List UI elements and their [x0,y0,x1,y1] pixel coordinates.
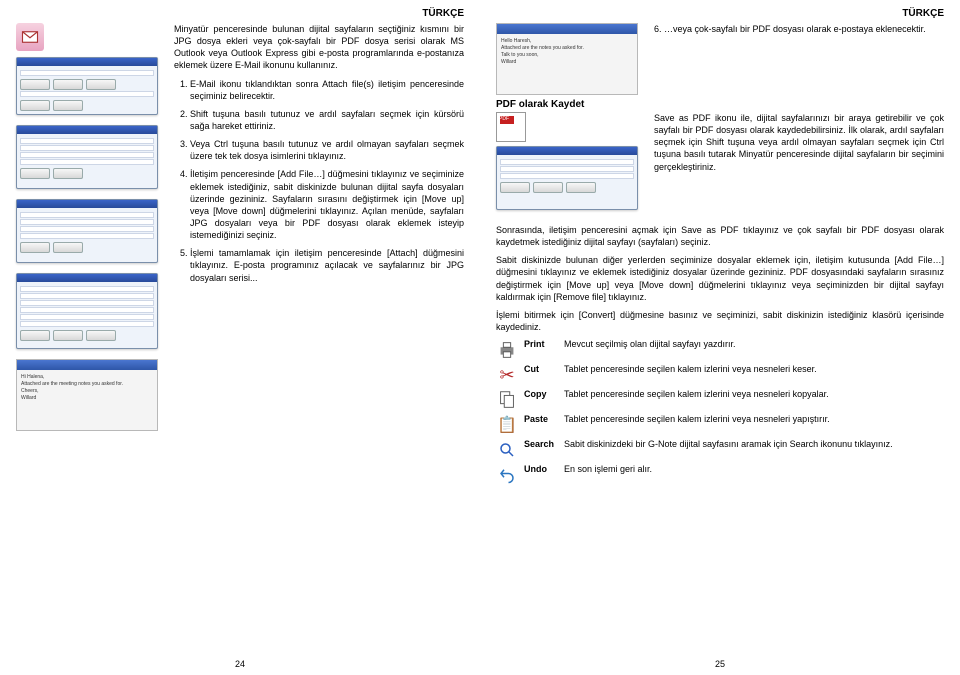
page-number-left: 24 [0,659,480,669]
attach-files-thumb-1 [16,57,158,115]
cmd-cut: ✂ Cut Tablet penceresinde seçilen kalem … [496,364,944,386]
cmd-search-label: Search [524,439,564,449]
copy-icon [496,389,518,411]
pdf-para3: Sabit diskinizde bulunan diğer yerlerden… [496,254,944,303]
cmd-undo-label: Undo [524,464,564,474]
cmd-undo: Undo En son işlemi geri alır. [496,464,944,486]
printer-icon [496,339,518,361]
email-icon [16,23,44,51]
cmd-paste-label: Paste [524,414,564,424]
pdf-dialog-thumb [496,146,638,210]
cmd-copy-label: Copy [524,389,564,399]
intro-paragraph: Minyatür penceresinde bulunan dijital sa… [174,23,464,72]
pdf-para1: Save as PDF ikonu ile, dijital sayfaları… [654,112,944,220]
search-icon [496,439,518,461]
outlook-compose-thumb: Hi Halena,Attached are the meeting notes… [16,359,158,431]
step-2: Shift tuşuna basılı tutunuz ve ardıl say… [190,108,464,132]
cmd-undo-desc: En son işlemi geri alır. [564,464,944,476]
cmd-print-desc: Mevcut seçilmiş olan dijital sayfayı yaz… [564,339,944,351]
step-4: İletişim penceresinde [Add File…] düğmes… [190,168,464,241]
cmd-cut-desc: Tablet penceresinde seçilen kalem izleri… [564,364,944,376]
cmd-search-desc: Sabit diskinizdeki bir G-Note dijital sa… [564,439,944,451]
lang-header-right: TÜRKÇE [496,8,944,19]
left-text-column: Minyatür penceresinde bulunan dijital sa… [174,23,464,431]
step6-text: 6. …veya çok-sayfalı bir PDF dosyası ola… [654,23,944,95]
left-two-col: Hi Halena,Attached are the meeting notes… [16,23,464,431]
undo-icon [496,464,518,486]
document-spread: TÜRKÇE [0,0,960,675]
left-thumbs-column: Hi Halena,Attached are the meeting notes… [16,23,174,431]
pdf-section-title: PDF olarak Kaydet [496,99,944,110]
cmd-copy: Copy Tablet penceresinde seçilen kalem i… [496,389,944,411]
pdf-row: Save as PDF ikonu ile, dijital sayfaları… [496,112,944,220]
page-left: TÜRKÇE [0,0,480,675]
save-as-pdf-icon [496,112,526,142]
cmd-print: Print Mevcut seçilmiş olan dijital sayfa… [496,339,944,361]
cmd-search: Search Sabit diskinizdeki bir G-Note dij… [496,439,944,461]
attach-files-thumb-2 [16,273,158,349]
scissors-icon: ✂ [496,364,518,386]
step-1: E-Mail ikonu tıklandıktan sonra Attach f… [190,78,464,102]
cmd-print-label: Print [524,339,564,349]
cmd-paste-desc: Tablet penceresinde seçilen kalem izleri… [564,414,944,426]
step6-row: Hello Haresh, Attached are the notes you… [496,23,944,95]
outlook-compose-thumb-2: Hello Haresh, Attached are the notes you… [496,23,638,95]
cmd-copy-desc: Tablet penceresinde seçilen kalem izleri… [564,389,944,401]
page-right: TÜRKÇE Hello Haresh, Attached are the no… [480,0,960,675]
steps-list: E-Mail ikonu tıklandıktan sonra Attach f… [174,78,464,284]
pdf-para2: Sonrasında, iletişim penceresini açmak i… [496,224,944,248]
cmd-cut-label: Cut [524,364,564,374]
page-number-right: 25 [480,659,960,669]
pdf-thumb-col [496,112,654,220]
pdf-para4: İşlemi bitirmek için [Convert] düğmesine… [496,309,944,333]
cmd-paste: 📋 Paste Tablet penceresinde seçilen kale… [496,414,944,436]
select-multiple-thumb-2 [16,199,158,263]
lang-header-left: TÜRKÇE [16,8,464,19]
select-multiple-thumb-1 [16,125,158,189]
step-5: İşlemi tamamlamak için iletişim penceres… [190,247,464,283]
step6-thumb-col: Hello Haresh, Attached are the notes you… [496,23,654,95]
step-3: Veya Ctrl tuşuna basılı tutunuz ve ardıl… [190,138,464,162]
clipboard-icon: 📋 [496,414,518,436]
